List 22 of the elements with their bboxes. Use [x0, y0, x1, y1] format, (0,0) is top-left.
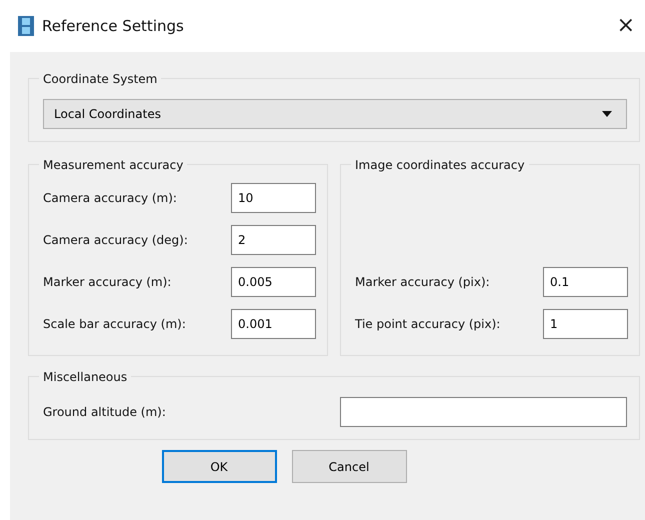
dropdown-value: Local Coordinates: [54, 106, 161, 123]
field-label: Scale bar accuracy (m):: [43, 316, 187, 333]
input-field[interactable]: 1: [543, 309, 628, 339]
window-title: Reference Settings: [42, 16, 184, 37]
input-field[interactable]: 0.001: [231, 309, 316, 339]
field-label: Camera accuracy (deg):: [43, 232, 189, 249]
field-label: Marker accuracy (pix):: [355, 274, 491, 291]
caret-icon: [602, 111, 612, 117]
input-field[interactable]: [340, 397, 627, 427]
field-label: Ground altitude (m):: [43, 404, 167, 421]
close-button[interactable]: ×: [614, 15, 637, 37]
dialog-button[interactable]: Cancel: [292, 450, 406, 483]
film-icon: [18, 16, 34, 36]
input-field[interactable]: 10: [231, 183, 316, 213]
field-label: Camera accuracy (m):: [43, 190, 178, 207]
field-label: Tie point accuracy (pix):: [355, 316, 502, 333]
input-field[interactable]: 0.005: [231, 267, 316, 297]
input-field[interactable]: 2: [231, 225, 316, 255]
field-label: Marker accuracy (m):: [43, 274, 172, 291]
coordinate-system-dropdown[interactable]: Local Coordinates: [43, 99, 627, 129]
ok-button[interactable]: OK: [162, 450, 276, 483]
input-field[interactable]: 0.1: [543, 267, 628, 297]
